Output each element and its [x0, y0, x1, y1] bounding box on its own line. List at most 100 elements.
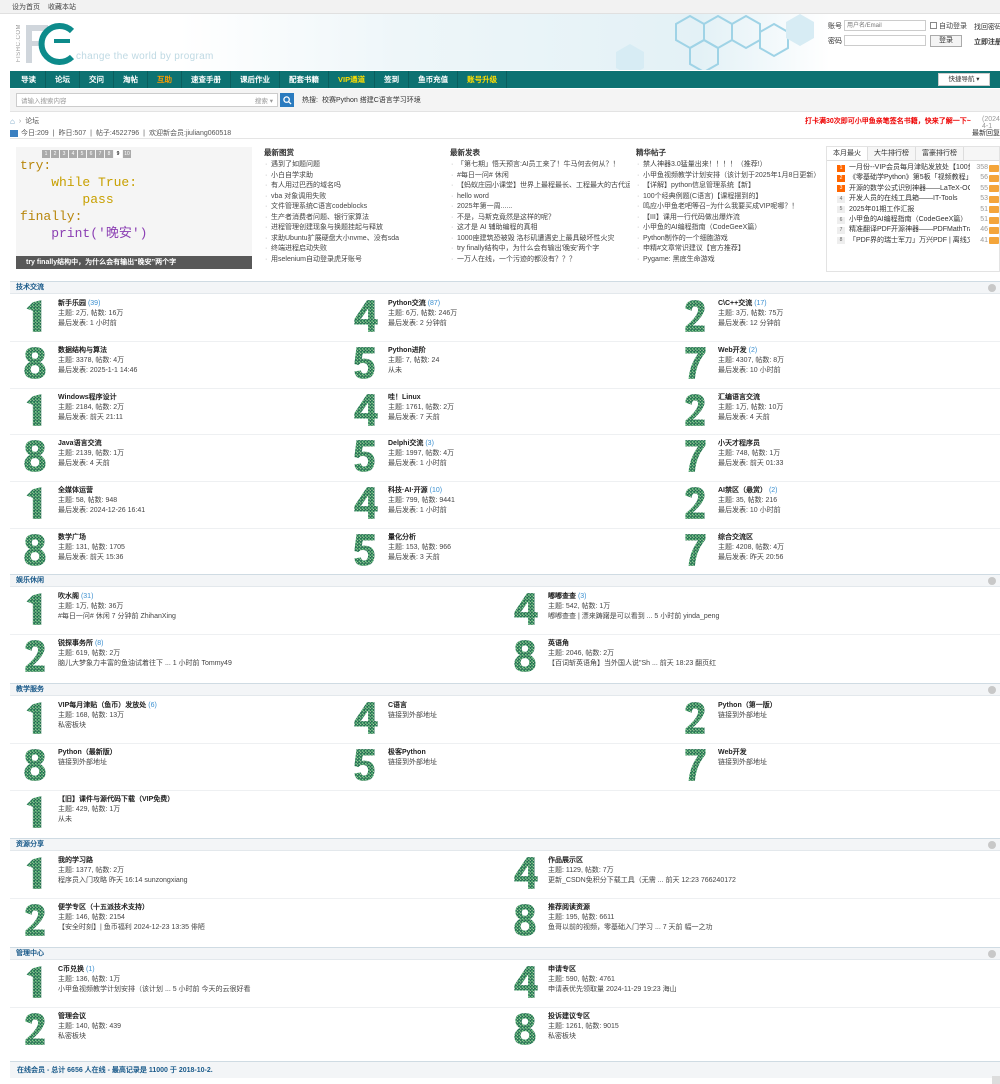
quick-nav-button[interactable]: 快捷导航 ▾	[938, 73, 990, 86]
rank-tab[interactable]: 本月最火	[827, 147, 868, 160]
forum-name[interactable]: 嘟嘟查查	[548, 593, 576, 600]
online-footer[interactable]: 在线会员 - 总计 6656 人在线 - 最高记录是 11000 于 2018-…	[10, 1061, 1000, 1078]
thread-link[interactable]: 进程管理创建现象与换题挂起与释放	[264, 223, 444, 234]
collapse-icon[interactable]	[988, 950, 996, 958]
hot-search-terms[interactable]: 校赛Python 搭建C语言学习环境	[322, 95, 421, 105]
auto-login-checkbox[interactable]: 自动登录	[930, 21, 967, 31]
forum-entry[interactable]: 英语角 主题: 2046, 帖数: 2万 【百词斩英语角】当外国人说"Sh ...…	[512, 638, 992, 678]
forum-last-post[interactable]: 最后发表: 10 小时前	[718, 505, 781, 515]
rank-title[interactable]: 「PDF界的瑞士军刀」万兴PDF | 离线文献阅...	[849, 236, 970, 246]
forum-name[interactable]: 英语角	[548, 640, 569, 647]
search-input[interactable]: 请输入搜索内容 搜索 ▾	[16, 93, 278, 107]
forum-entry[interactable]: Web开发 链接到外部地址	[682, 747, 1000, 787]
notice-text[interactable]: 打卡满30次即可小甲鱼亲笔签名书籍，快来了解一下~	[805, 116, 971, 126]
slide-page-button[interactable]: 4	[69, 150, 77, 158]
rank-item[interactable]: 3 开源的数学公式识别神器——LaTeX-OCR 55	[827, 184, 999, 194]
forum-name[interactable]: 综合交流区	[718, 534, 753, 541]
thread-link[interactable]: 用selenium自动登录虎牙账号	[264, 255, 444, 266]
forum-name[interactable]: 推荐阅读资源	[548, 904, 590, 911]
forum-name[interactable]: 科技·AI·开源	[388, 487, 428, 494]
forum-entry[interactable]: 我的学习路 主题: 1377, 帖数: 2万 程序员入门攻略 昨天 16:14 s…	[22, 855, 502, 895]
thread-link[interactable]: 生产者消费者问题、银行家算法	[264, 213, 444, 224]
thread-link[interactable]: 求助Ubuntu扩展硬盘大小nvme、没有sda	[264, 234, 444, 245]
forum-last-post[interactable]: 最后发表: 1 小时前	[388, 458, 447, 468]
rank-tab[interactable]: 大牛排行榜	[868, 147, 916, 160]
thread-link[interactable]: vba 对象调用失败	[264, 192, 444, 203]
register-link[interactable]: 立即注册	[974, 35, 1000, 50]
forum-last-post[interactable]: 从未	[58, 814, 72, 824]
rank-title[interactable]: 一月份--VIP会员每月津贴发放处【100鱼币...	[849, 163, 970, 173]
thread-link[interactable]: 不是，马斯克竟然是这样的呢？	[450, 213, 630, 224]
thread-link[interactable]: 1000座建筑恐被毁 洛杉矶遭遇史上最具破坏性火灾	[450, 234, 630, 245]
forum-entry[interactable]: 数学广场 主题: 131, 帖数: 1705 最后发表: 前天 15:36	[22, 532, 342, 572]
forum-name[interactable]: 投诉建议专区	[548, 1013, 590, 1020]
forum-last-post[interactable]: 最后发表: 2024-12-26 16:41	[58, 505, 145, 515]
forum-entry[interactable]: 科技·AI·开源 (10) 主题: 799, 帖数: 9441 最后发表: 1 小时…	[352, 485, 672, 525]
collapse-icon[interactable]	[988, 284, 996, 292]
thread-link[interactable]: 有人用过巴西的域名吗	[264, 181, 444, 192]
forum-last-post[interactable]: 最后发表: 前天 21:11	[58, 412, 123, 422]
thread-link[interactable]: 「第七期」悟天预言:AI员工来了！牛马何去何从？！	[450, 160, 630, 171]
thread-link[interactable]: 这才是 AI 辅助编程的真相	[450, 223, 630, 234]
forum-last-post[interactable]: 鱼哥以前的视频，零基础入门学习 ... 7 天前 幅一之功	[548, 922, 713, 932]
forum-name[interactable]: 小天才程序员	[718, 440, 760, 447]
thread-link[interactable]: 一万人在线，一个污迹的都没有？？？	[450, 255, 630, 266]
forum-name[interactable]: 我的学习路	[58, 857, 93, 864]
rank-title[interactable]: 2025年01期工作汇报	[849, 205, 970, 215]
thread-link[interactable]: 小甲鱼视频教学计划安排（该计划于2025年1月8日更新）	[636, 171, 816, 182]
forum-name[interactable]: 管理会议	[58, 1013, 86, 1020]
nav-item[interactable]: 论坛	[46, 71, 80, 88]
slide-page-button[interactable]: 10	[123, 150, 131, 158]
forum-entry[interactable]: 投诉建议专区 主题: 1261, 帖数: 9015 私密板块	[512, 1011, 992, 1051]
slide-caption[interactable]: try finally结构中，为什么会有输出“晚安”两个字	[16, 256, 252, 269]
thread-link[interactable]: #每日一问# 休闲	[450, 171, 630, 182]
column-title[interactable]: 最新发表	[450, 147, 630, 159]
thread-link[interactable]: 申精#文章常识建议【官方推荐】	[636, 244, 816, 255]
slide-page-button[interactable]: 5	[78, 150, 86, 158]
forum-last-post[interactable]: 最后发表: 前天 15:36	[58, 552, 123, 562]
section-header[interactable]: 资源分享	[10, 838, 1000, 851]
forum-last-post[interactable]: 私密板块	[58, 1031, 86, 1041]
forum-name[interactable]: Delphi交流	[388, 440, 423, 447]
thread-link[interactable]: 【III】课用一行代码做出爆炸流	[636, 213, 816, 224]
slide-page-button[interactable]: 8	[105, 150, 113, 158]
forum-last-post[interactable]: 最后发表: 2 分钟前	[388, 318, 447, 328]
forum-entry[interactable]: Web开发 (2) 主题: 4307, 帖数: 8万 最后发表: 10 小时前	[682, 345, 1000, 385]
nav-item[interactable]: 淘帖	[114, 71, 148, 88]
forum-name[interactable]: 【旧】课件与源代码下载（VIP免费）	[58, 796, 174, 803]
forum-entry[interactable]: Java语言交流 主题: 2139, 帖数: 1万 最后发表: 4 天前	[22, 438, 342, 478]
forum-last-post[interactable]: 最后发表: 1 小时前	[388, 505, 447, 515]
search-button[interactable]	[280, 93, 294, 107]
account-input[interactable]	[844, 20, 926, 31]
forum-last-post[interactable]: 更新_CSDN免积分下载工具（无需 ... 前天 12:23 766240172	[548, 875, 736, 885]
thread-link[interactable]: 【详解】python信息管理系统【新】	[636, 181, 816, 192]
password-input[interactable]	[844, 35, 926, 46]
rank-item[interactable]: 7 精准翻译PDF开源神器——PDFMathTranslate 46	[827, 225, 999, 235]
forum-last-post[interactable]: 程序员入门攻略 昨天 16:14 sunzongxiang	[58, 875, 188, 885]
slide-page-button[interactable]: 9	[114, 150, 122, 158]
forum-entry[interactable]: 申请专区 主题: 590, 帖数: 4761 申请表优先领取量 2024-11-2…	[512, 964, 992, 1004]
section-header[interactable]: 管理中心	[10, 947, 1000, 960]
collapse-icon[interactable]	[988, 577, 996, 585]
forum-entry[interactable]: 便学专区（十五派技术支持） 主题: 146, 帖数: 2154 【安全时刻】| 鱼…	[22, 902, 502, 942]
rank-title[interactable]: 《零基础学Python》第5板「视频教程」	[849, 173, 970, 183]
forum-name[interactable]: 全媒体运营	[58, 487, 93, 494]
rank-item[interactable]: 6 小甲鱼的AI编程指南（CodeGeeX篇） 51	[827, 215, 999, 225]
forum-name[interactable]: 作品展示区	[548, 857, 583, 864]
forum-name[interactable]: VIP每月津贴（鱼币）发放处	[58, 702, 146, 709]
slide-page-button[interactable]: 1	[42, 150, 50, 158]
forum-last-post[interactable]: 最后发表: 1 小时前	[58, 318, 117, 328]
forum-last-post[interactable]: 申请表优先领取量 2024-11-29 19:23 海山	[548, 984, 677, 994]
home-icon[interactable]: ⌂	[10, 117, 15, 126]
nav-item[interactable]: 课后作业	[231, 71, 280, 88]
rank-item[interactable]: 2 《零基础学Python》第5板「视频教程」 56	[827, 173, 999, 183]
section-header[interactable]: 教学服务	[10, 683, 1000, 696]
forum-entry[interactable]: 极客Python 链接到外部地址	[352, 747, 672, 787]
rank-title[interactable]: 精准翻译PDF开源神器——PDFMathTranslate	[849, 225, 970, 235]
thread-link[interactable]: 2025年第一周......	[450, 202, 630, 213]
forum-entry[interactable]: 数据结构与算法 主题: 3378, 帖数: 4万 最后发表: 2025-1-1 1…	[22, 345, 342, 385]
forum-entry[interactable]: 推荐阅读资源 主题: 195, 帖数: 6611 鱼哥以前的视频，零基础入门学习 …	[512, 902, 992, 942]
forum-entry[interactable]: 汇编语言交流 主题: 1万, 帖数: 10万 最后发表: 4 天前	[682, 392, 1000, 432]
rank-item[interactable]: 5 2025年01期工作汇报 51	[827, 205, 999, 215]
forum-last-post[interactable]: 最后发表: 12 分钟前	[718, 318, 781, 328]
